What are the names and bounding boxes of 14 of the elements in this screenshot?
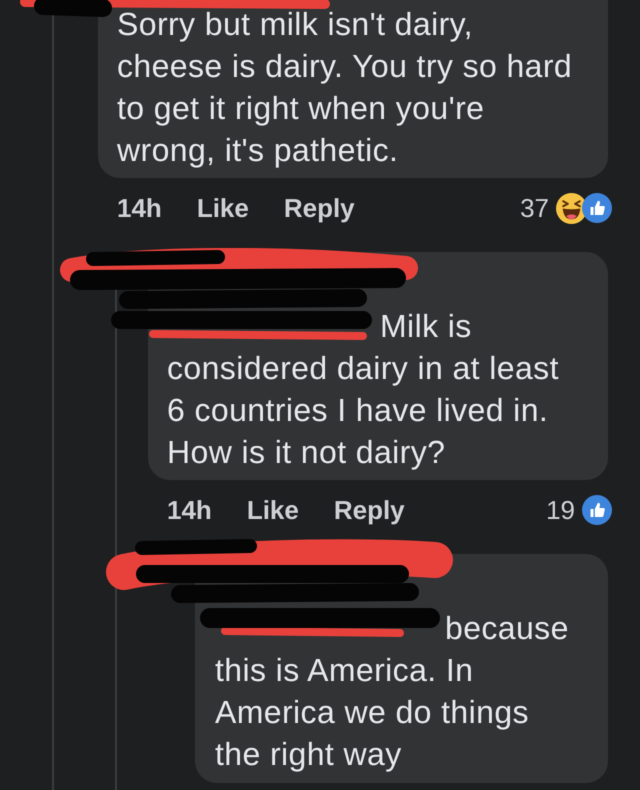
like-button[interactable]: Like xyxy=(246,492,299,528)
comment-text: because this is America. In America we do things the right way xyxy=(215,609,570,774)
time-label: 14h xyxy=(167,494,212,526)
laughing-emoji-icon xyxy=(556,192,587,224)
comment-text: Milk is considered dairy in at least 6 countries I have lived in. How is it not dairy? xyxy=(167,307,560,472)
thumbs-up-icon xyxy=(582,495,612,525)
reply-button[interactable]: Reply xyxy=(334,492,405,528)
reply-button[interactable]: Reply xyxy=(284,190,355,226)
reaction-count: 37 xyxy=(520,192,549,224)
like-button[interactable]: Like xyxy=(196,190,249,226)
reaction-count: 19 xyxy=(546,494,575,526)
time-label: 14h xyxy=(117,192,162,224)
thumbs-up-icon xyxy=(582,193,612,223)
comment-text: Sorry but milk isn't dairy, cheese is dairy. You try so hard to get it right when you're wrong, it's pathetic. xyxy=(117,5,574,170)
